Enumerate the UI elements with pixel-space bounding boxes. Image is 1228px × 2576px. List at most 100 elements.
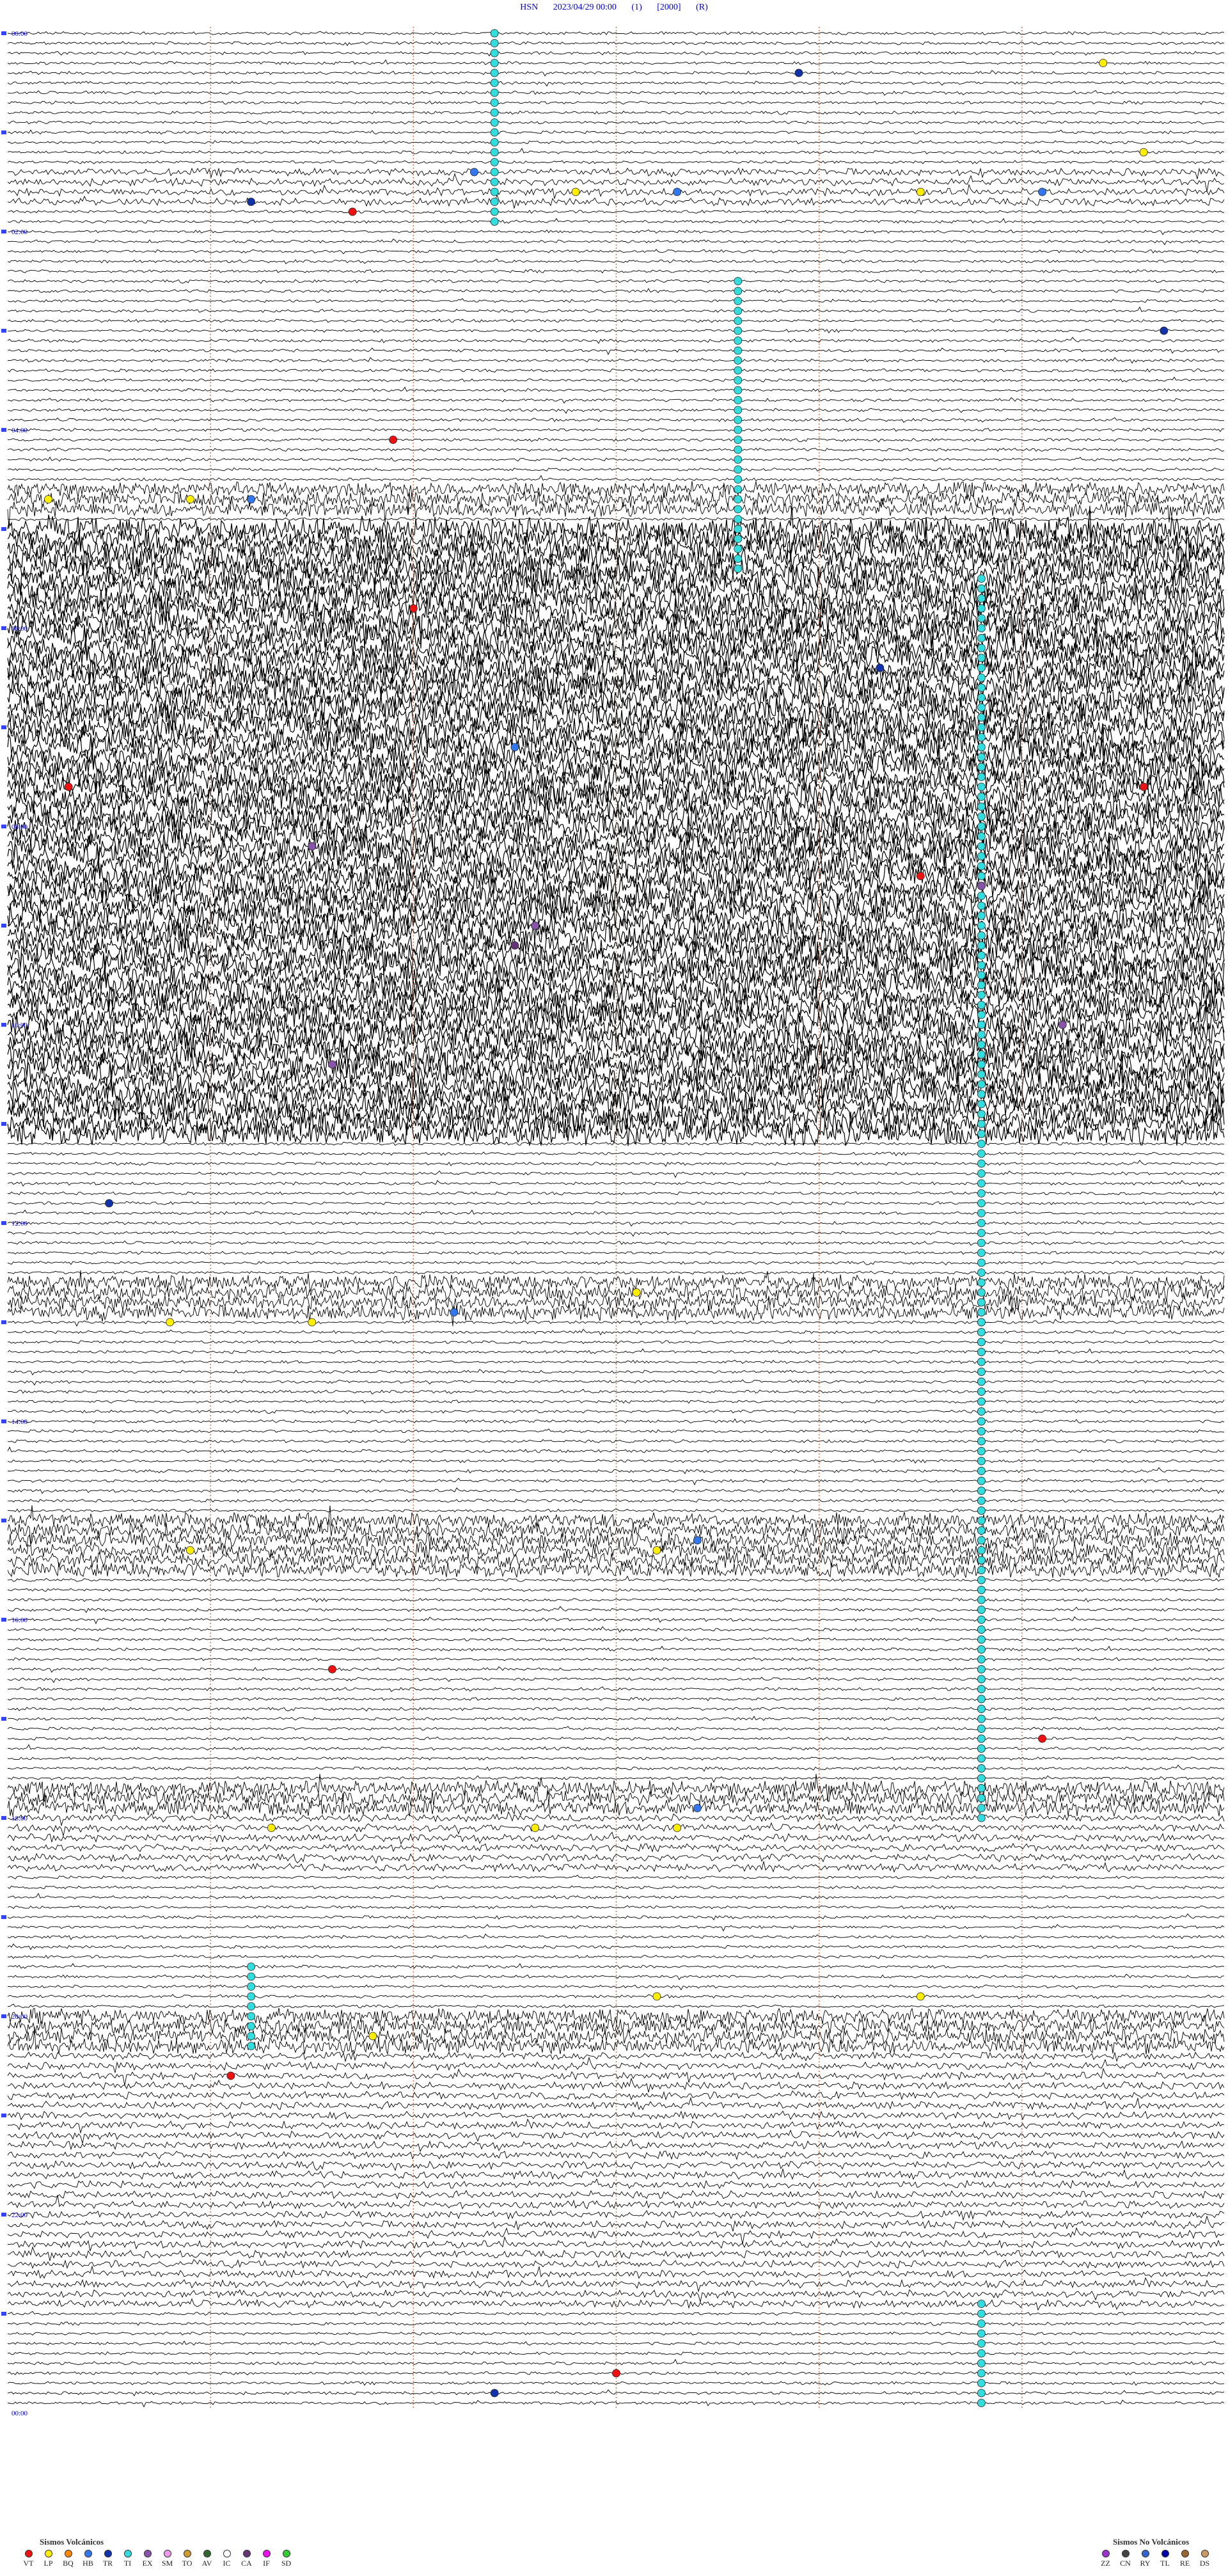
event-marker-ex — [328, 1060, 336, 1069]
hour-marker — [1, 1419, 6, 1423]
event-marker-ti — [490, 158, 499, 166]
event-marker-ti — [977, 1625, 986, 1634]
event-marker-ti — [977, 793, 986, 801]
legend-label: IC — [223, 2559, 231, 2568]
event-marker-ti — [977, 1368, 986, 1376]
legend-volcanic-vt: VT — [19, 2550, 38, 2568]
event-marker-ti — [977, 842, 986, 851]
event-marker-ti — [977, 1238, 986, 1247]
event-marker-ti — [977, 1725, 986, 1733]
event-marker-tr — [105, 1199, 113, 1208]
event-marker-lp — [308, 1318, 317, 1327]
event-marker-ti — [977, 1774, 986, 1783]
event-marker-lp — [916, 187, 925, 196]
legend-label: EX — [142, 2559, 153, 2568]
event-marker-lp — [267, 1824, 276, 1832]
hour-marker — [1, 725, 6, 729]
event-marker-ti — [247, 2012, 256, 2021]
event-marker-ic — [166, 683, 175, 692]
legend-dot-icon — [1141, 2550, 1149, 2557]
event-marker-ti — [977, 1308, 986, 1316]
hour-label: 16:00 — [12, 1616, 28, 1624]
event-marker-ti — [734, 346, 743, 355]
legend-volcanic-av: AV — [197, 2550, 217, 2568]
event-marker-ti — [490, 128, 499, 137]
event-marker-ti — [977, 1338, 986, 1347]
event-marker-ti — [977, 1665, 986, 1673]
event-marker-ti — [734, 336, 743, 345]
legend-nonvolcanic-ry: RY — [1135, 2550, 1155, 2568]
event-marker-ti — [977, 872, 986, 880]
event-marker-ti — [490, 168, 499, 177]
event-marker-ti — [734, 485, 743, 494]
event-marker-ti — [977, 574, 986, 583]
event-marker-ti — [247, 2042, 256, 2050]
event-marker-ti — [977, 1110, 986, 1118]
event-marker-ti — [490, 187, 499, 196]
legend-nonvolcanic-tl: TL — [1155, 2550, 1175, 2568]
legend-dot-icon — [84, 2550, 92, 2557]
legend-label: SD — [281, 2559, 292, 2568]
hour-marker — [1, 2114, 6, 2117]
event-marker-ti — [734, 386, 743, 395]
hour-marker — [1, 31, 6, 35]
legend-dot-icon — [242, 2550, 251, 2557]
event-marker-ti — [977, 1744, 986, 1753]
event-marker-ca — [510, 941, 519, 950]
event-marker-ti — [734, 436, 743, 444]
event-marker-ti — [734, 416, 743, 424]
hour-label: 22:00 — [12, 2211, 28, 2219]
event-marker-ti — [977, 1536, 986, 1545]
event-marker-ti — [734, 317, 743, 325]
event-marker-ti — [977, 1100, 986, 1109]
hour-marker — [1, 825, 6, 828]
event-marker-ti — [977, 2339, 986, 2348]
event-marker-ti — [977, 2349, 986, 2358]
legend-volcanic-to: TO — [177, 2550, 197, 2568]
event-marker-ti — [977, 1179, 986, 1188]
hour-marker — [1, 2213, 6, 2216]
hour-marker — [1, 1618, 6, 1622]
event-marker-hb — [247, 495, 256, 503]
event-marker-ti — [977, 991, 986, 999]
event-marker-ti — [977, 1318, 986, 1327]
event-marker-vt — [916, 872, 925, 880]
event-marker-ti — [977, 1635, 986, 1644]
legend-nonvolcanic: ZZ CN RY TL RE DS — [1096, 2550, 1215, 2568]
event-marker-ti — [734, 277, 743, 285]
event-marker-ti — [977, 723, 986, 732]
event-marker-ti — [977, 1487, 986, 1495]
legend-label: LP — [43, 2559, 53, 2568]
event-marker-ti — [490, 108, 499, 117]
event-marker-lp — [652, 1992, 661, 2001]
event-marker-tr — [247, 198, 256, 206]
event-marker-ti — [977, 1457, 986, 1466]
event-marker-ti — [977, 1348, 986, 1356]
event-marker-ti — [977, 1020, 986, 1029]
event-marker-ti — [490, 49, 499, 58]
event-marker-ti — [977, 1377, 986, 1386]
event-marker-ti — [490, 68, 499, 77]
event-marker-tr — [490, 2389, 499, 2398]
event-marker-ti — [977, 1546, 986, 1554]
legend-dot-icon — [1200, 2550, 1209, 2557]
event-marker-ti — [977, 1417, 986, 1426]
event-marker-vt — [389, 436, 398, 444]
event-marker-lp — [571, 187, 580, 196]
event-marker-ti — [247, 2002, 256, 2011]
event-marker-ex — [308, 842, 317, 851]
event-marker-ti — [977, 1139, 986, 1148]
event-marker-lp — [166, 1318, 175, 1327]
event-marker-ti — [490, 207, 499, 216]
event-marker-vt — [1038, 1734, 1046, 1743]
event-marker-ti — [734, 445, 743, 454]
event-marker-ti — [977, 1268, 986, 1277]
legend-label: AV — [201, 2559, 212, 2568]
event-marker-ti — [734, 425, 743, 434]
event-marker-ti — [977, 644, 986, 652]
event-marker-ti — [247, 2022, 256, 2030]
hour-marker — [1, 1320, 6, 1324]
legend-nonvolcanic-re: RE — [1175, 2550, 1195, 2568]
hour-marker — [1, 1717, 6, 1721]
seismic-trace — [7, 2190, 1225, 2200]
